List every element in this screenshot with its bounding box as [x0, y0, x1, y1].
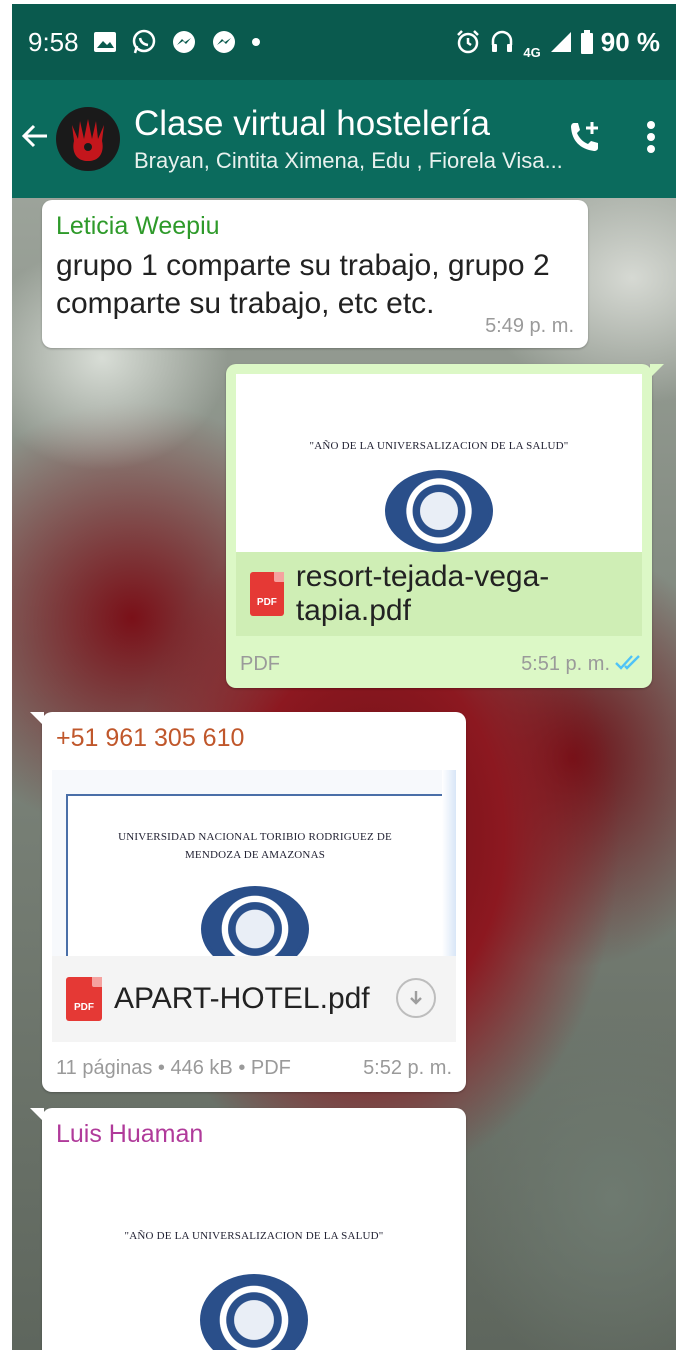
- image-icon: [93, 31, 117, 53]
- document-heading: "AÑO DE LA UNIVERSALIZACION DE LA SALUD": [124, 1230, 384, 1242]
- document-preview[interactable]: "AÑO DE LA UNIVERSALIZACION DE LA SALUD": [236, 374, 642, 552]
- chat-wallpaper: Leticia Weepiu grupo 1 comparte su traba…: [12, 198, 676, 1350]
- file-name: APART-HOTEL.pdf: [114, 982, 370, 1015]
- messenger-icon: [211, 29, 237, 55]
- chat-header: Clase virtual hostelería Brayan, Cintita…: [12, 80, 676, 198]
- document-file-bar[interactable]: PDF resort-tejada-vega-tapia.pdf: [236, 552, 642, 636]
- document-page: UNIVERSIDAD NACIONAL TORIBIO RODRIGUEZ D…: [66, 794, 444, 956]
- status-bar: 9:58 4G 90 %: [12, 4, 676, 80]
- file-type: PDF: [240, 653, 280, 675]
- pdf-file-icon: PDF: [250, 572, 284, 616]
- chat-title: Clase virtual hostelería: [134, 104, 490, 143]
- network-type: 4G: [523, 44, 541, 60]
- university-seal-icon: [385, 470, 493, 552]
- document-heading: "AÑO DE LA UNIVERSALIZACION DE LA SALUD": [309, 440, 569, 452]
- messenger-icon: [171, 29, 197, 55]
- dot-icon: [251, 37, 261, 47]
- arrow-left-icon[interactable]: [20, 120, 54, 158]
- status-time: 9:58: [28, 26, 79, 57]
- file-meta: 11 páginas • 446 kB • PDF: [56, 1057, 291, 1079]
- sender-name: +51 961 305 610: [56, 724, 245, 752]
- university-seal-icon: [200, 1274, 308, 1350]
- chat-title-block[interactable]: Clase virtual hostelería Brayan, Cintita…: [134, 104, 564, 174]
- chat-participants: Brayan, Cintita Ximena, Edu , Fiorela Vi…: [134, 148, 563, 173]
- pdf-file-icon: PDF: [66, 977, 102, 1021]
- bubble-tail: [650, 364, 664, 378]
- outgoing-document-message[interactable]: "AÑO DE LA UNIVERSALIZACION DE LA SALUD"…: [226, 364, 664, 688]
- incoming-document-message[interactable]: +51 961 305 610 UNIVERSIDAD NACIONAL TOR…: [30, 712, 466, 1092]
- headset-icon: [489, 29, 515, 55]
- sender-name: Luis Huaman: [56, 1120, 204, 1148]
- download-button[interactable]: [396, 978, 436, 1018]
- group-avatar[interactable]: [56, 107, 120, 171]
- file-name: resort-tejada-vega-tapia.pdf: [295, 560, 550, 627]
- phone-screen: 9:58 4G 90 % Clase virtual hostelería Br…: [12, 4, 676, 1350]
- double-check-read-icon: [614, 653, 642, 676]
- add-call-icon[interactable]: [568, 119, 602, 160]
- message-time: 5:51 p. m.: [521, 653, 610, 675]
- sender-name: Leticia Weepiu: [56, 212, 220, 240]
- battery-level: 90 %: [600, 26, 660, 57]
- document-heading: UNIVERSIDAD NACIONAL TORIBIO RODRIGUEZ D…: [118, 831, 392, 861]
- alarm-icon: [455, 29, 481, 55]
- document-preview[interactable]: UNIVERSIDAD NACIONAL TORIBIO RODRIGUEZ D…: [52, 770, 456, 956]
- message-time: 5:49 p. m.: [485, 315, 574, 337]
- incoming-message[interactable]: Leticia Weepiu grupo 1 comparte su traba…: [42, 200, 588, 348]
- message-text: grupo 1 comparte su trabajo, grupo 2 com…: [56, 249, 550, 320]
- battery-icon: [580, 30, 593, 54]
- whatsapp-icon: [131, 29, 157, 55]
- document-preview[interactable]: "AÑO DE LA UNIVERSALIZACION DE LA SALUD": [52, 1166, 456, 1350]
- university-seal-icon: [201, 886, 309, 956]
- more-vert-icon[interactable]: [646, 120, 656, 159]
- preview-edge: [442, 770, 456, 956]
- bubble-tail: [30, 712, 44, 726]
- incoming-document-message[interactable]: Luis Huaman "AÑO DE LA UNIVERSALIZACION …: [30, 1108, 466, 1350]
- signal-icon: [549, 30, 573, 54]
- message-time: 5:52 p. m.: [363, 1057, 452, 1079]
- bubble-tail: [30, 1108, 44, 1122]
